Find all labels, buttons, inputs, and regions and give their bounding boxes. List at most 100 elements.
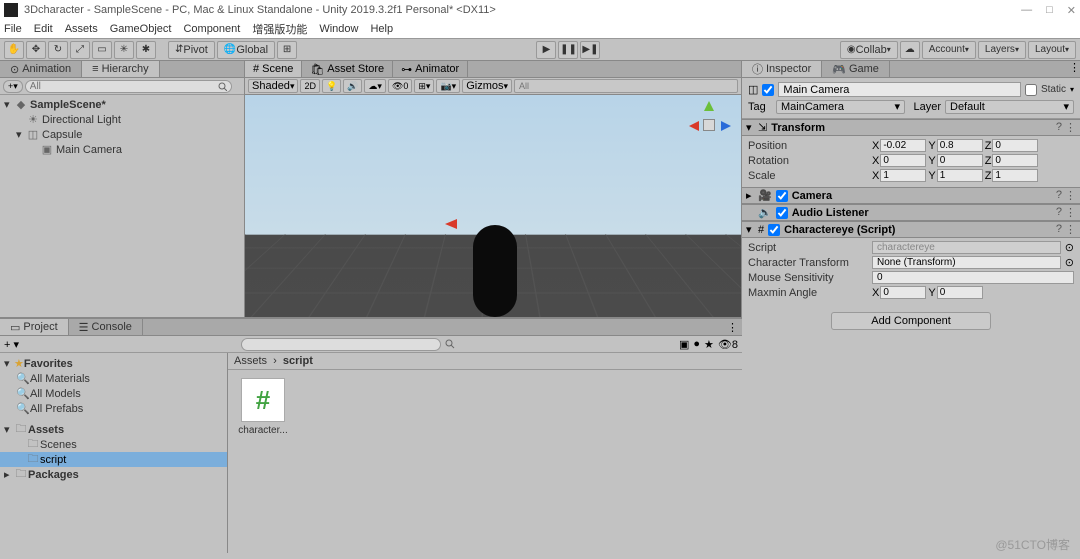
char-transform-field[interactable] (872, 256, 1061, 269)
component-audio-header[interactable]: 🔉 Audio Listener ?⋮ (742, 204, 1080, 221)
global-toggle[interactable]: 🌐Global (217, 41, 275, 59)
minimize-button[interactable]: — (1021, 4, 1032, 17)
maxmin-y[interactable] (937, 286, 983, 299)
mouse-sens-field[interactable] (872, 271, 1074, 284)
project-search[interactable] (241, 338, 441, 351)
filter-label-icon[interactable]: ★ (704, 338, 714, 351)
draw-mode-dropdown[interactable]: Shaded ▾ (248, 79, 298, 93)
tab-project[interactable]: ▭ Project (0, 319, 69, 335)
component-camera-header[interactable]: ▸🎥 Camera ?⋮ (742, 187, 1080, 204)
menu-file[interactable]: File (4, 23, 22, 35)
project-packages[interactable]: ▸🗀Packages (0, 467, 227, 482)
scale-y[interactable] (937, 169, 983, 182)
hidden-toggle[interactable]: 👁0 (388, 79, 412, 93)
scale-tool[interactable]: ⤢ (70, 41, 90, 59)
audio-toggle[interactable]: 🔊 (343, 79, 362, 93)
2d-toggle[interactable]: 2D (300, 79, 320, 93)
object-picker-icon[interactable]: ⊙ (1065, 256, 1074, 269)
cloud-button[interactable]: ☁ (900, 41, 920, 59)
filter-type-icon[interactable]: ● (693, 338, 700, 350)
project-fav-prefabs[interactable]: 🔍All Prefabs (0, 401, 227, 416)
hand-tool[interactable]: ✋ (4, 41, 24, 59)
scale-x[interactable] (880, 169, 926, 182)
orientation-gizmo[interactable] (685, 101, 733, 149)
step-button[interactable]: ▶❚ (580, 41, 600, 59)
camera-settings[interactable]: 📷▾ (436, 79, 460, 93)
rotate-tool[interactable]: ↻ (48, 41, 68, 59)
camera-enabled-checkbox[interactable] (776, 190, 788, 202)
menu-help[interactable]: Help (370, 23, 393, 35)
rotation-x[interactable] (880, 154, 926, 167)
project-menu-icon[interactable]: ⋮ (727, 321, 738, 333)
lighting-toggle[interactable]: 💡 (322, 79, 341, 93)
rotation-y[interactable] (937, 154, 983, 167)
position-y[interactable] (937, 139, 983, 152)
tab-scene[interactable]: # Scene (245, 61, 302, 77)
maxmin-x[interactable] (880, 286, 926, 299)
component-help-icon[interactable]: ? (1056, 121, 1062, 134)
grid-toggle[interactable]: ⊞▾ (414, 79, 434, 93)
hierarchy-item-camera[interactable]: ▣Main Camera (0, 142, 244, 157)
add-component-button[interactable]: Add Component (831, 312, 991, 330)
custom-tool[interactable]: ✱ (136, 41, 156, 59)
layers-dropdown[interactable]: Layers (978, 41, 1026, 59)
menu-edit[interactable]: Edit (34, 23, 53, 35)
static-checkbox[interactable] (1025, 84, 1037, 96)
component-transform-header[interactable]: ▾⇲ Transform ?⋮ (742, 119, 1080, 136)
project-script[interactable]: 🗀script (0, 452, 227, 467)
tab-hierarchy[interactable]: ≡ Hierarchy (82, 61, 160, 77)
scale-z[interactable] (992, 169, 1038, 182)
position-x[interactable] (880, 139, 926, 152)
project-favorites[interactable]: ▾★ Favorites (0, 356, 227, 371)
hierarchy-item-light[interactable]: ☀Directional Light (0, 112, 244, 127)
audio-enabled-checkbox[interactable] (776, 207, 788, 219)
hierarchy-search[interactable] (25, 80, 232, 93)
tab-console[interactable]: ☰ Console (69, 319, 143, 335)
pause-button[interactable]: ❚❚ (558, 41, 578, 59)
menu-window[interactable]: Window (319, 23, 358, 35)
hierarchy-scene[interactable]: ▾◆SampleScene* (0, 97, 244, 112)
component-charactereye-header[interactable]: ▾# Charactereye (Script) ?⋮ (742, 221, 1080, 238)
hierarchy-item-capsule[interactable]: ▾◫Capsule (0, 127, 244, 142)
breadcrumb[interactable]: Assets › script (228, 353, 742, 370)
account-dropdown[interactable]: Account (922, 41, 976, 59)
gizmos-dropdown[interactable]: Gizmos ▾ (462, 79, 512, 93)
scene-capsule[interactable] (473, 225, 517, 317)
tab-asset-store[interactable]: 🛍 Asset Store (302, 61, 393, 77)
object-picker-icon[interactable]: ⊙ (1065, 241, 1074, 254)
transform-tool[interactable]: ✳ (114, 41, 134, 59)
menu-component[interactable]: Component (183, 23, 240, 35)
asset-charactereye[interactable]: # character... (236, 378, 290, 436)
project-fav-models[interactable]: 🔍All Models (0, 386, 227, 401)
tab-game[interactable]: 🎮 Game (822, 61, 890, 77)
hierarchy-create-dropdown[interactable]: +▾ (3, 80, 23, 93)
play-button[interactable]: ▶ (536, 41, 556, 59)
charactereye-enabled-checkbox[interactable] (768, 224, 780, 236)
snap-toggle[interactable]: ⊞ (277, 41, 297, 59)
tab-animation[interactable]: ⊙ Animation (0, 61, 82, 77)
hidden-packages-icon[interactable]: 👁8 (718, 338, 738, 351)
tab-animator[interactable]: ⊶ Animator (393, 61, 468, 77)
tab-inspector[interactable]: ⓘ Inspector (742, 61, 822, 77)
layer-dropdown[interactable]: Default▾ (945, 100, 1074, 114)
move-tool[interactable]: ✥ (26, 41, 46, 59)
tag-dropdown[interactable]: MainCamera▾ (776, 100, 905, 114)
menu-gameobject[interactable]: GameObject (110, 23, 172, 35)
menu-extra[interactable]: 增强版功能 (252, 21, 307, 37)
layout-dropdown[interactable]: Layout (1028, 41, 1076, 59)
filter-fav-icon[interactable]: ▣ (679, 338, 689, 351)
gameobject-active-checkbox[interactable] (762, 84, 774, 96)
close-button[interactable]: ✕ (1067, 4, 1076, 17)
fx-toggle[interactable]: ☁▾ (364, 79, 386, 93)
collab-dropdown[interactable]: ◉ Collab (840, 41, 898, 59)
rect-tool[interactable]: ▭ (92, 41, 112, 59)
project-fav-materials[interactable]: 🔍All Materials (0, 371, 227, 386)
component-menu-icon[interactable]: ⋮ (1065, 121, 1076, 134)
inspector-menu-icon[interactable]: ⋮ (1069, 61, 1080, 77)
gameobject-name-field[interactable] (778, 82, 1021, 97)
move-gizmo-arrow[interactable] (445, 219, 457, 229)
scene-search[interactable] (514, 79, 738, 93)
rotation-z[interactable] (992, 154, 1038, 167)
project-create-dropdown[interactable]: + ▾ (4, 338, 19, 351)
position-z[interactable] (992, 139, 1038, 152)
